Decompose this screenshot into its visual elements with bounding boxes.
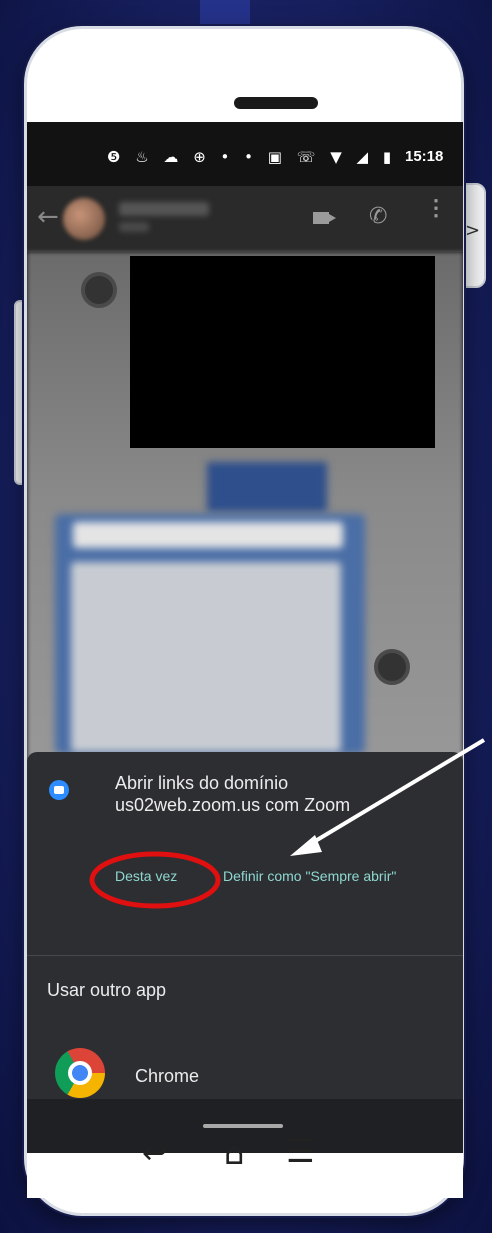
- back-key-icon[interactable]: ↩: [142, 1136, 167, 1171]
- just-once-button[interactable]: Desta vez: [115, 868, 177, 884]
- status-time: 15:18: [405, 148, 444, 165]
- other-app-header: Usar outro app: [47, 980, 167, 1000]
- more-options-icon[interactable]: ⋮: [425, 197, 447, 219]
- menu-key-icon[interactable]: ☰: [286, 1132, 315, 1170]
- phone-screen: ❺ ♨ ☁ ⊕ • • ▣ ☏ ▼ ◢ ▮ 15:18 ← ✆ ⋮: [27, 122, 463, 798]
- chat-bubble-icon: [81, 272, 117, 308]
- avatar[interactable]: [63, 198, 105, 240]
- status-bar: ❺ ♨ ☁ ⊕ • • ▣ ☏ ▼ ◢ ▮ 15:18: [27, 122, 463, 186]
- phone-call-icon[interactable]: ✆: [369, 204, 387, 229]
- home-indicator[interactable]: [203, 1124, 283, 1128]
- home-key-icon[interactable]: ⌂: [224, 1134, 244, 1172]
- blurred-screenshot-bar: [73, 522, 343, 548]
- side-chevron-icon[interactable]: >: [465, 220, 480, 241]
- always-open-button[interactable]: Definir como "Sempre abrir": [223, 868, 396, 884]
- speaker-grille: [234, 97, 318, 109]
- app-option-chrome[interactable]: Chrome: [135, 1066, 199, 1087]
- status-icons: ❺ ♨ ☁ ⊕ • • ▣ ☏ ▼ ◢ ▮: [107, 148, 397, 166]
- hardware-nav-keys: ↩ ⌂ ☰: [140, 1132, 350, 1178]
- zoom-app-icon: [49, 780, 69, 800]
- chat-header: ← ✆ ⋮: [27, 186, 463, 252]
- video-call-icon[interactable]: [313, 212, 336, 224]
- sheet-title: Abrir links do domínio us02web.zoom.us c…: [115, 773, 351, 815]
- blurred-image-part: [207, 462, 327, 512]
- blurred-screenshot-form: [71, 562, 341, 752]
- back-arrow-icon[interactable]: ←: [37, 202, 59, 232]
- censored-image: [130, 256, 435, 448]
- chat-bubble-icon: [374, 649, 410, 685]
- divider: [27, 955, 463, 956]
- contact-status-redacted: [119, 222, 149, 232]
- chrome-icon[interactable]: [55, 1048, 105, 1098]
- contact-name-redacted: [119, 202, 209, 216]
